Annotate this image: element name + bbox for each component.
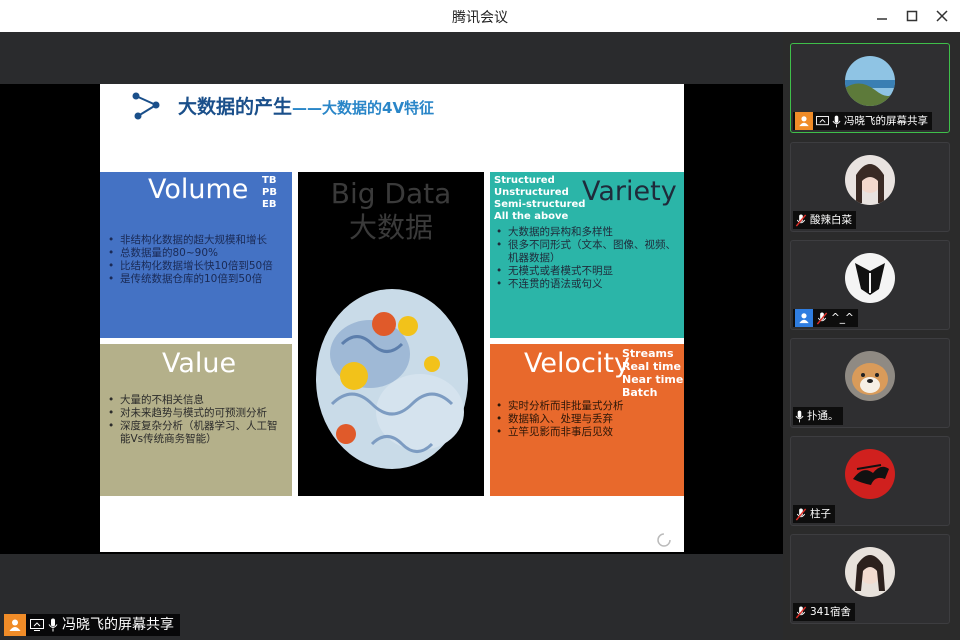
close-icon[interactable]	[929, 4, 955, 28]
value-bullet: 大量的不相关信息	[106, 394, 286, 407]
bigdata-subtitle: 大数据	[348, 211, 433, 244]
velocity-bullet: 数据输入、处理与丢弃	[494, 413, 680, 426]
participant-tile[interactable]: 柱子	[790, 436, 950, 526]
participant-tile[interactable]: 341宿舍	[790, 534, 950, 624]
velocity-panel: Velocity Streams Real time Near time Bat…	[490, 344, 684, 496]
volume-bullet: 总数据量的80~90%	[106, 247, 273, 260]
mic-icon	[795, 410, 804, 423]
velocity-tag: Batch	[622, 386, 658, 399]
mic-icon	[48, 618, 58, 632]
volume-bullets: 非结构化数据的超大规模和增长 总数据量的80~90% 比结构化数据增长快10倍到…	[106, 234, 273, 286]
avatar	[845, 155, 895, 205]
person-icon	[4, 614, 26, 636]
loading-icon	[657, 533, 671, 547]
window-title: 腾讯会议	[452, 10, 508, 26]
screen-share-icon	[816, 115, 829, 127]
variety-bullets: 大数据的异构和多样性 很多不同形式（文本、图像、视频、机器数据） 无模式或者模式…	[494, 226, 680, 291]
velocity-bullets: 实时分析而非批量式分析 数据输入、处理与丢弃 立竿见影而非事后见效	[494, 400, 680, 439]
variety-tag: Semi-structured	[494, 199, 586, 210]
avatar	[845, 449, 895, 499]
mic-muted-icon	[816, 311, 828, 325]
volume-tag: TB	[262, 175, 277, 186]
variety-bullet: 大数据的异构和多样性	[494, 226, 680, 239]
participant-label: 冯晓飞的屏幕共享	[793, 112, 932, 130]
variety-tags: Structured Unstructured Semi-structured …	[494, 175, 585, 223]
mic-muted-icon	[795, 507, 807, 521]
participant-name: 冯晓飞的屏幕共享	[844, 115, 928, 127]
person-icon	[795, 112, 813, 130]
mic-icon	[832, 115, 841, 128]
volume-tag: PB	[262, 187, 277, 198]
participant-name: 酸辣白菜	[810, 214, 852, 226]
shared-slide: 大数据的产生——大数据的4V特征 Volume TB PB EB 非结构化数据的…	[100, 84, 684, 552]
presenter-label: 冯晓飞的屏幕共享	[4, 614, 180, 636]
volume-bullet: 非结构化数据的超大规模和增长	[106, 234, 273, 247]
bigdata-illustration	[316, 289, 468, 469]
variety-panel: Structured Unstructured Semi-structured …	[490, 172, 684, 338]
title-bar: 腾讯会议	[0, 0, 960, 33]
participant-label: 柱子	[793, 505, 835, 523]
slide-title-main: 大数据的产生	[178, 96, 293, 118]
participant-tile[interactable]: 冯晓飞的屏幕共享	[790, 43, 950, 133]
value-heading: Value	[162, 348, 237, 379]
slide-title: 大数据的产生——大数据的4V特征	[178, 92, 434, 119]
minimize-icon[interactable]	[869, 4, 895, 28]
velocity-tag: Near time	[622, 373, 684, 386]
mic-muted-icon	[795, 213, 807, 227]
volume-panel: Volume TB PB EB 非结构化数据的超大规模和增长 总数据量的80~9…	[100, 172, 292, 338]
velocity-tag: Streams	[622, 347, 674, 360]
network-icon	[132, 92, 160, 120]
screen-share-icon	[30, 619, 44, 631]
variety-heading: Variety	[582, 176, 677, 207]
volume-heading: Volume	[148, 174, 249, 205]
presenter-name: 冯晓飞的屏幕共享	[62, 617, 174, 633]
participant-tile[interactable]: 扑通。	[790, 338, 950, 428]
avatar	[845, 253, 895, 303]
participant-name: 341宿舍	[810, 606, 852, 618]
participant-name: ^_^	[831, 312, 854, 324]
velocity-tags: Streams Real time Near time Batch	[622, 347, 683, 399]
value-bullets: 大量的不相关信息 对未来趋势与模式的可预测分析 深度复杂分析（机器学习、人工智能…	[106, 394, 286, 446]
participant-sidebar: 冯晓飞的屏幕共享 酸辣白菜 ^_^ 扑通。 柱子 341宿舍	[783, 32, 960, 640]
slide-subtitle: ——大数据的4V特征	[292, 99, 435, 117]
volume-tag: EB	[262, 199, 277, 210]
value-panel: Value 大量的不相关信息 对未来趋势与模式的可预测分析 深度复杂分析（机器学…	[100, 344, 292, 496]
volume-tags: TB PB EB	[262, 175, 277, 211]
participant-label: 扑通。	[793, 407, 843, 425]
person-icon	[795, 309, 813, 327]
avatar	[845, 56, 895, 106]
volume-bullet: 是传统数据仓库的10倍到50倍	[106, 273, 273, 286]
variety-bullet: 无模式或者模式不明显	[494, 265, 680, 278]
participant-tile[interactable]: ^_^	[790, 240, 950, 330]
mic-muted-icon	[795, 605, 807, 619]
bigdata-title: Big Data	[330, 177, 452, 210]
variety-tag: Structured	[494, 175, 555, 186]
value-bullet: 深度复杂分析（机器学习、人工智能Vs传统商务智能）	[106, 420, 286, 446]
participant-label: 酸辣白菜	[793, 211, 856, 229]
bigdata-panel: Big Data 大数据	[298, 172, 484, 496]
participant-label: 341宿舍	[793, 603, 856, 621]
value-bullet: 对未来趋势与模式的可预测分析	[106, 407, 286, 420]
velocity-bullet: 立竿见影而非事后见效	[494, 426, 680, 439]
variety-tag: All the above	[494, 211, 569, 222]
velocity-bullet: 实时分析而非批量式分析	[494, 400, 680, 413]
participant-name: 柱子	[810, 508, 831, 520]
participant-name: 扑通。	[807, 410, 839, 422]
velocity-heading: Velocity	[524, 348, 630, 379]
avatar	[845, 351, 895, 401]
variety-bullet: 不连贯的语法或句义	[494, 278, 680, 291]
variety-bullet: 很多不同形式（文本、图像、视频、机器数据）	[494, 239, 680, 265]
participant-label: ^_^	[793, 309, 858, 327]
velocity-tag: Real time	[622, 360, 681, 373]
participant-tile[interactable]: 酸辣白菜	[790, 142, 950, 232]
volume-bullet: 比结构化数据增长快10倍到50倍	[106, 260, 273, 273]
variety-tag: Unstructured	[494, 187, 569, 198]
avatar	[845, 547, 895, 597]
maximize-icon[interactable]	[899, 4, 925, 28]
